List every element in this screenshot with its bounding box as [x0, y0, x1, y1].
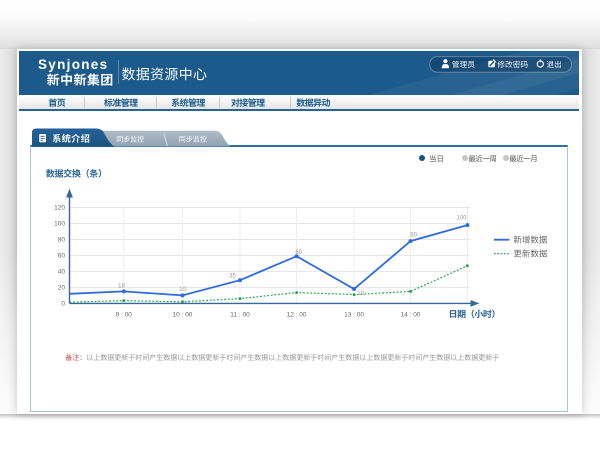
- svg-text:10 : 00: 10 : 00: [173, 312, 193, 319]
- svg-text:100: 100: [54, 221, 65, 228]
- svg-text:12 : 00: 12 : 00: [287, 312, 307, 319]
- svg-text:20: 20: [58, 285, 66, 292]
- svg-text:0: 0: [61, 301, 65, 308]
- svg-text:13 : 00: 13 : 00: [344, 312, 364, 319]
- svg-text:10: 10: [357, 291, 364, 297]
- svg-text:40: 40: [58, 269, 66, 276]
- svg-text:11 : 00: 11 : 00: [230, 312, 250, 319]
- svg-text:60: 60: [295, 250, 302, 256]
- svg-text:100: 100: [456, 216, 467, 222]
- svg-text:120: 120: [54, 205, 65, 212]
- svg-text:10: 10: [179, 287, 186, 293]
- svg-text:80: 80: [410, 233, 417, 239]
- svg-text:35: 35: [229, 273, 236, 279]
- svg-text:14 : 00: 14 : 00: [401, 312, 421, 319]
- svg-text:9 : 00: 9 : 00: [116, 312, 133, 319]
- svg-text:60: 60: [58, 253, 66, 260]
- svg-text:18: 18: [118, 283, 125, 289]
- svg-text:80: 80: [58, 237, 66, 244]
